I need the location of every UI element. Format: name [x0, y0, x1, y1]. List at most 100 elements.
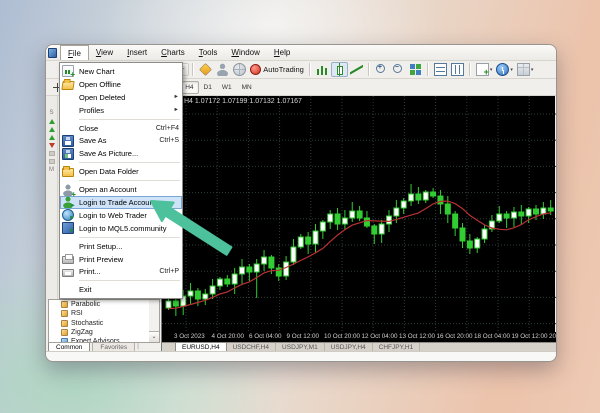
menu-item-save-as-picture[interactable]: Save As Picture...: [60, 147, 182, 160]
navigator-tree: ParabolicRSIStochasticZigZagExpert Advis…: [48, 299, 160, 343]
web-terminal-button[interactable]: [231, 62, 248, 77]
market-watch-button[interactable]: [197, 62, 214, 77]
menu-item-label: Exit: [79, 285, 92, 294]
menu-separator: [79, 162, 180, 163]
scroll-down-icon[interactable]: ⌄: [149, 331, 159, 342]
menu-item-close[interactable]: CloseCtrl+F4: [60, 122, 182, 135]
menu-item-open-an-account[interactable]: Open an Account: [60, 183, 182, 196]
symbol-down-icon: [49, 143, 55, 148]
tile-windows-button[interactable]: [407, 62, 424, 77]
menu-item-label: Open an Account: [79, 185, 137, 194]
line-chart-button[interactable]: [348, 62, 365, 77]
menu-item-label: Open Data Folder: [79, 167, 139, 176]
autotrading-label: AutoTrading: [263, 65, 304, 74]
menu-charts[interactable]: Charts: [154, 45, 192, 60]
menu-item-open-deleted[interactable]: Open Deleted ►: [60, 91, 182, 104]
menu-item-profiles[interactable]: Profiles►: [60, 104, 182, 117]
x-axis-label: 6 Oct 04:00: [249, 333, 282, 340]
market-watch-icon: [199, 63, 212, 76]
x-axis-label: 16 Oct 20:00: [437, 333, 473, 340]
tree-item-zigzag[interactable]: ZigZag: [49, 328, 159, 337]
menu-insert[interactable]: Insert: [120, 45, 154, 60]
menu-view[interactable]: View: [89, 45, 120, 60]
menu-item-label: Login to MQL5.community: [79, 224, 167, 233]
tile-windows-icon: [409, 63, 422, 76]
navigator-scrollbar[interactable]: ⌄: [149, 299, 160, 343]
printer-icon: [62, 269, 74, 277]
menu-window[interactable]: Window: [224, 45, 266, 60]
shortcut-label: Ctrl+F4: [152, 125, 179, 132]
chart-window[interactable]: H4 1.07172 1.07199 1.07132 1.07167 3 Oct…: [161, 96, 555, 353]
menu-item-login-to-mql5-community[interactable]: Login to MQL5.community: [60, 222, 182, 235]
shortcut-label: Ctrl+S: [155, 137, 179, 144]
x-axis-label: 9 Oct 12:00: [287, 333, 320, 340]
menu-item-new-chart[interactable]: New Chart: [60, 65, 182, 78]
line-chart-icon: [350, 63, 363, 76]
x-axis-label: 18 Oct 04:00: [474, 333, 510, 340]
x-axis-label: 12 Oct 04:00: [362, 333, 398, 340]
menu-item-label: Open Deleted: [79, 93, 125, 102]
ohlc-readout: H4 1.07172 1.07199 1.07132 1.07167: [184, 98, 302, 105]
market-watch-sliver: S M: [46, 96, 58, 302]
floppy-icon: [62, 135, 74, 147]
toolbar-separator: [469, 63, 471, 76]
arrange-tile-icon: [434, 63, 447, 76]
x-axis-label: 19 Oct 12:00: [512, 333, 548, 340]
data-window-button[interactable]: [214, 62, 231, 77]
toolbar-separator: [309, 63, 311, 76]
app-icon: [48, 48, 57, 58]
x-axis-label: 10 Oct 20:00: [324, 333, 360, 340]
bar-chart-icon: [316, 63, 329, 76]
menu-separator: [79, 180, 180, 181]
menu-item-login-to-trade-account[interactable]: Login to Trade Account: [60, 196, 182, 209]
symbol-flat-icon: [49, 151, 55, 156]
arrange-tile-button[interactable]: [432, 62, 449, 77]
floppy-picture-icon: [62, 148, 74, 160]
candlestick-chart: [162, 96, 556, 332]
web-terminal-icon: [233, 63, 246, 76]
menu-item-exit[interactable]: Exit: [60, 283, 182, 296]
menu-file[interactable]: File: [60, 45, 89, 60]
folder-open-icon: [61, 81, 74, 90]
navigator-label-fragment: M: [49, 167, 54, 173]
menu-item-label: Print Setup...: [79, 242, 122, 251]
add-indicator-button[interactable]: ▾: [474, 62, 495, 77]
timeframe-mn[interactable]: MN: [237, 81, 257, 94]
menu-item-open-offline[interactable]: Open Offline: [60, 78, 182, 91]
login-web-icon: [62, 209, 74, 221]
arrange-cascade-button[interactable]: [449, 62, 466, 77]
bar-chart-button[interactable]: [314, 62, 331, 77]
tree-item-parabolic[interactable]: Parabolic: [49, 300, 159, 309]
timeframe-w1[interactable]: W1: [217, 81, 237, 94]
zoom-out-button[interactable]: [390, 62, 407, 77]
menu-item-label: Open Offline: [79, 80, 121, 89]
menu-item-save-as[interactable]: Save AsCtrl+S: [60, 134, 182, 147]
menu-item-login-to-web-trader[interactable]: Login to Web Trader: [60, 209, 182, 222]
submenu-arrow-icon: ►: [174, 94, 179, 100]
menu-item-label: Save As Picture...: [79, 149, 138, 158]
timeframe-clock-button[interactable]: ▾: [494, 62, 515, 77]
autotrading-button[interactable]: AutoTrading: [248, 62, 306, 77]
menu-item-open-data-folder[interactable]: Open Data Folder: [60, 165, 182, 178]
candlestick-button[interactable]: [331, 62, 348, 77]
zoom-out-icon: [392, 63, 405, 76]
indicator-icon: [61, 320, 68, 327]
menu-tools[interactable]: Tools: [192, 45, 225, 60]
timeframe-d1[interactable]: D1: [199, 81, 217, 94]
menubar: FileViewInsertChartsToolsWindowHelp: [46, 45, 556, 61]
templates-button[interactable]: ▾: [515, 62, 536, 77]
menu-item-print-preview[interactable]: Print Preview: [60, 253, 182, 266]
tree-item-label: Stochastic: [71, 320, 103, 327]
login-mql5-icon: [62, 222, 74, 234]
tree-item-stochastic[interactable]: Stochastic: [49, 319, 159, 328]
toolbar-separator: [427, 63, 429, 76]
x-axis-label: 20 Oc: [549, 333, 556, 340]
menu-help[interactable]: Help: [267, 45, 297, 60]
dropdown-caret-icon: ▾: [510, 67, 513, 73]
menu-item-print-setup[interactable]: Print Setup...: [60, 240, 182, 253]
zoom-in-icon: [375, 63, 388, 76]
tree-item-rsi[interactable]: RSI: [49, 309, 159, 318]
zoom-in-button[interactable]: [373, 62, 390, 77]
x-axis-label: 3 Oct 2023: [174, 333, 205, 340]
menu-item-print[interactable]: Print...Ctrl+P: [60, 265, 182, 278]
